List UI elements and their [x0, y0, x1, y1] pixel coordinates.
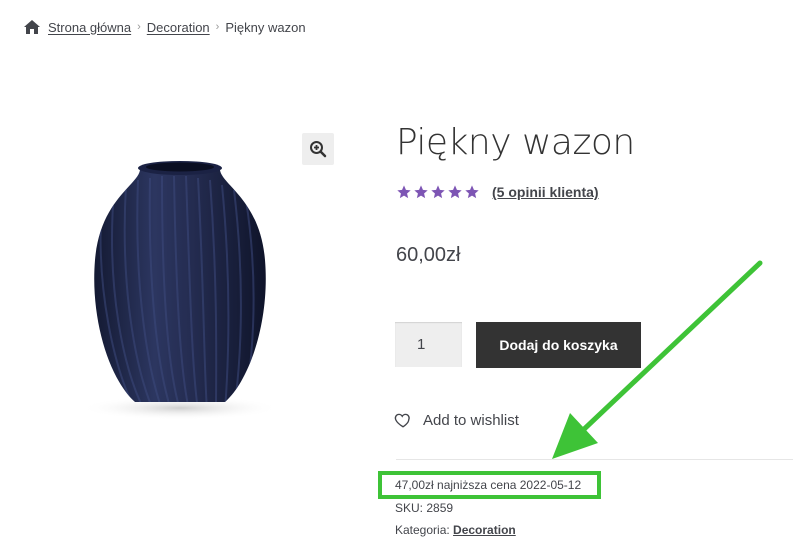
product-price: 60,00zł	[396, 244, 461, 266]
breadcrumb-home-link[interactable]: Strona główna	[48, 20, 131, 35]
breadcrumb-separator: ›	[215, 21, 220, 33]
add-to-wishlist-link[interactable]: Add to wishlist	[394, 411, 519, 429]
wishlist-label: Add to wishlist	[423, 411, 519, 429]
star-icon	[431, 185, 445, 199]
sku-label: SKU:	[395, 501, 424, 515]
breadcrumb-separator: ›	[137, 21, 141, 33]
breadcrumb-category-link[interactable]: Decoration	[147, 20, 210, 35]
product-rating: (5 opinii klienta)	[396, 182, 599, 202]
heart-icon	[394, 413, 410, 428]
product-category: Kategoria: Decoration	[395, 523, 516, 537]
star-icon	[414, 185, 428, 199]
category-link[interactable]: Decoration	[453, 523, 516, 537]
breadcrumb: Strona główna › Decoration › Piękny wazo…	[24, 17, 306, 37]
star-icon	[465, 185, 479, 199]
star-icon	[448, 185, 462, 199]
star-icon	[397, 185, 411, 199]
sku-value: 2859	[426, 501, 454, 515]
quantity-input[interactable]	[395, 322, 462, 367]
product-sku: SKU: 2859	[395, 501, 453, 515]
home-icon[interactable]	[24, 20, 40, 34]
lowest-price-note: 47,00zł najniższa cena 2022-05-12	[395, 478, 582, 492]
product-title: Piękny wazon	[396, 122, 635, 163]
arrow-icon	[552, 260, 763, 459]
breadcrumb-current: Piękny wazon	[225, 19, 306, 35]
reviews-link[interactable]: (5 opinii klienta)	[492, 184, 599, 200]
product-image[interactable]	[40, 140, 320, 440]
star-rating	[396, 184, 480, 200]
category-label: Kategoria:	[395, 523, 450, 537]
zoom-button[interactable]	[302, 133, 334, 165]
zoom-in-icon	[310, 141, 327, 158]
vase-image	[80, 161, 280, 420]
